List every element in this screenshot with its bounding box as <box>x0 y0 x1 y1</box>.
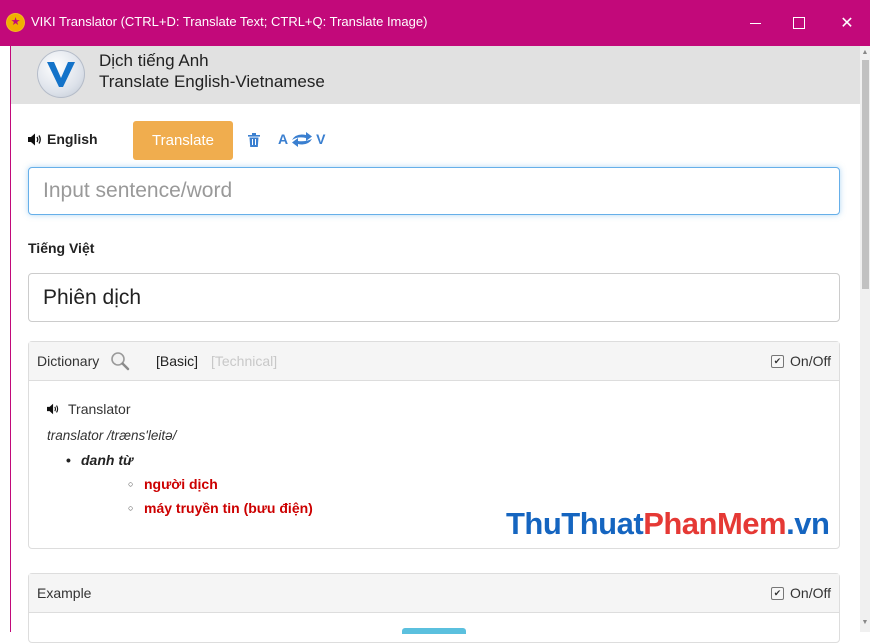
dictionary-label: Dictionary <box>37 353 100 369</box>
word-speaker-icon[interactable] <box>47 403 60 415</box>
dictionary-toggle[interactable]: ✔ On/Off <box>771 353 831 369</box>
part-of-speech: danh từ <box>66 452 133 468</box>
dictionary-panel-header: Dictionary [Basic] [Technical] ✔ On/Off <box>29 342 839 381</box>
source-language[interactable]: English <box>28 131 98 147</box>
translation-output[interactable]: Phiên dịch <box>28 273 840 322</box>
swap-from-label: A <box>278 131 289 147</box>
window-title: VIKI Translator (CTRL+D: Translate Text;… <box>31 14 428 29</box>
swap-to-label: V <box>316 131 326 147</box>
dictionary-checkbox[interactable]: ✔ <box>771 354 785 368</box>
phonetic-text: translator /træns'leitə/ <box>47 428 177 443</box>
dictionary-toggle-label: On/Off <box>790 353 831 369</box>
example-toggle-label: On/Off <box>790 585 831 601</box>
meaning-item: người dịch <box>128 476 218 492</box>
dictionary-mode-technical[interactable]: [Technical] <box>211 353 277 369</box>
maximize-icon <box>793 17 805 29</box>
dictionary-word: Translator <box>68 401 131 417</box>
close-icon: ✕ <box>840 15 854 32</box>
trash-icon[interactable] <box>248 133 260 147</box>
example-toggle[interactable]: ✔ On/Off <box>771 585 831 601</box>
meaning-item: máy truyền tin (bưu điện) <box>128 500 313 516</box>
app-header: Dịch tiếng Anh Translate English-Vietnam… <box>10 46 861 104</box>
example-action-button[interactable] <box>402 628 466 634</box>
title-bar: ★ VIKI Translator (CTRL+D: Translate Tex… <box>0 0 870 46</box>
header-title-en: Translate English-Vietnamese <box>99 72 325 91</box>
app-star-icon: ★ <box>6 13 25 32</box>
header-title-vi: Dịch tiếng Anh <box>99 51 209 70</box>
translate-button[interactable]: Translate <box>133 121 233 160</box>
scrollbar-thumb[interactable] <box>862 60 869 289</box>
watermark-logo: ThuThuatPhanMem.vn <box>506 506 830 541</box>
maximize-button[interactable] <box>776 0 822 46</box>
target-language-label: Tiếng Việt <box>28 240 95 256</box>
close-button[interactable]: ✕ <box>824 0 870 46</box>
minimize-button[interactable] <box>732 0 778 46</box>
example-label: Example <box>37 585 92 601</box>
example-checkbox[interactable]: ✔ <box>771 586 785 600</box>
dictionary-word-row: Translator <box>47 401 131 417</box>
swap-arrows-icon <box>292 132 313 147</box>
magnifier-icon[interactable] <box>110 351 130 371</box>
speaker-icon[interactable] <box>28 133 43 146</box>
dictionary-mode-basic[interactable]: [Basic] <box>156 353 198 369</box>
v-logo-icon <box>47 62 75 87</box>
scroll-down-arrow-icon[interactable]: ▼ <box>860 616 870 630</box>
swap-language-button[interactable]: A V <box>278 131 325 147</box>
scroll-up-arrow-icon[interactable]: ▲ <box>860 46 870 60</box>
source-language-label: English <box>47 131 98 147</box>
example-panel-header: Example ✔ On/Off <box>29 574 839 613</box>
minimize-icon <box>749 22 761 24</box>
viki-logo <box>37 50 85 98</box>
window-left-border <box>10 104 11 632</box>
source-text-input[interactable] <box>28 167 840 215</box>
